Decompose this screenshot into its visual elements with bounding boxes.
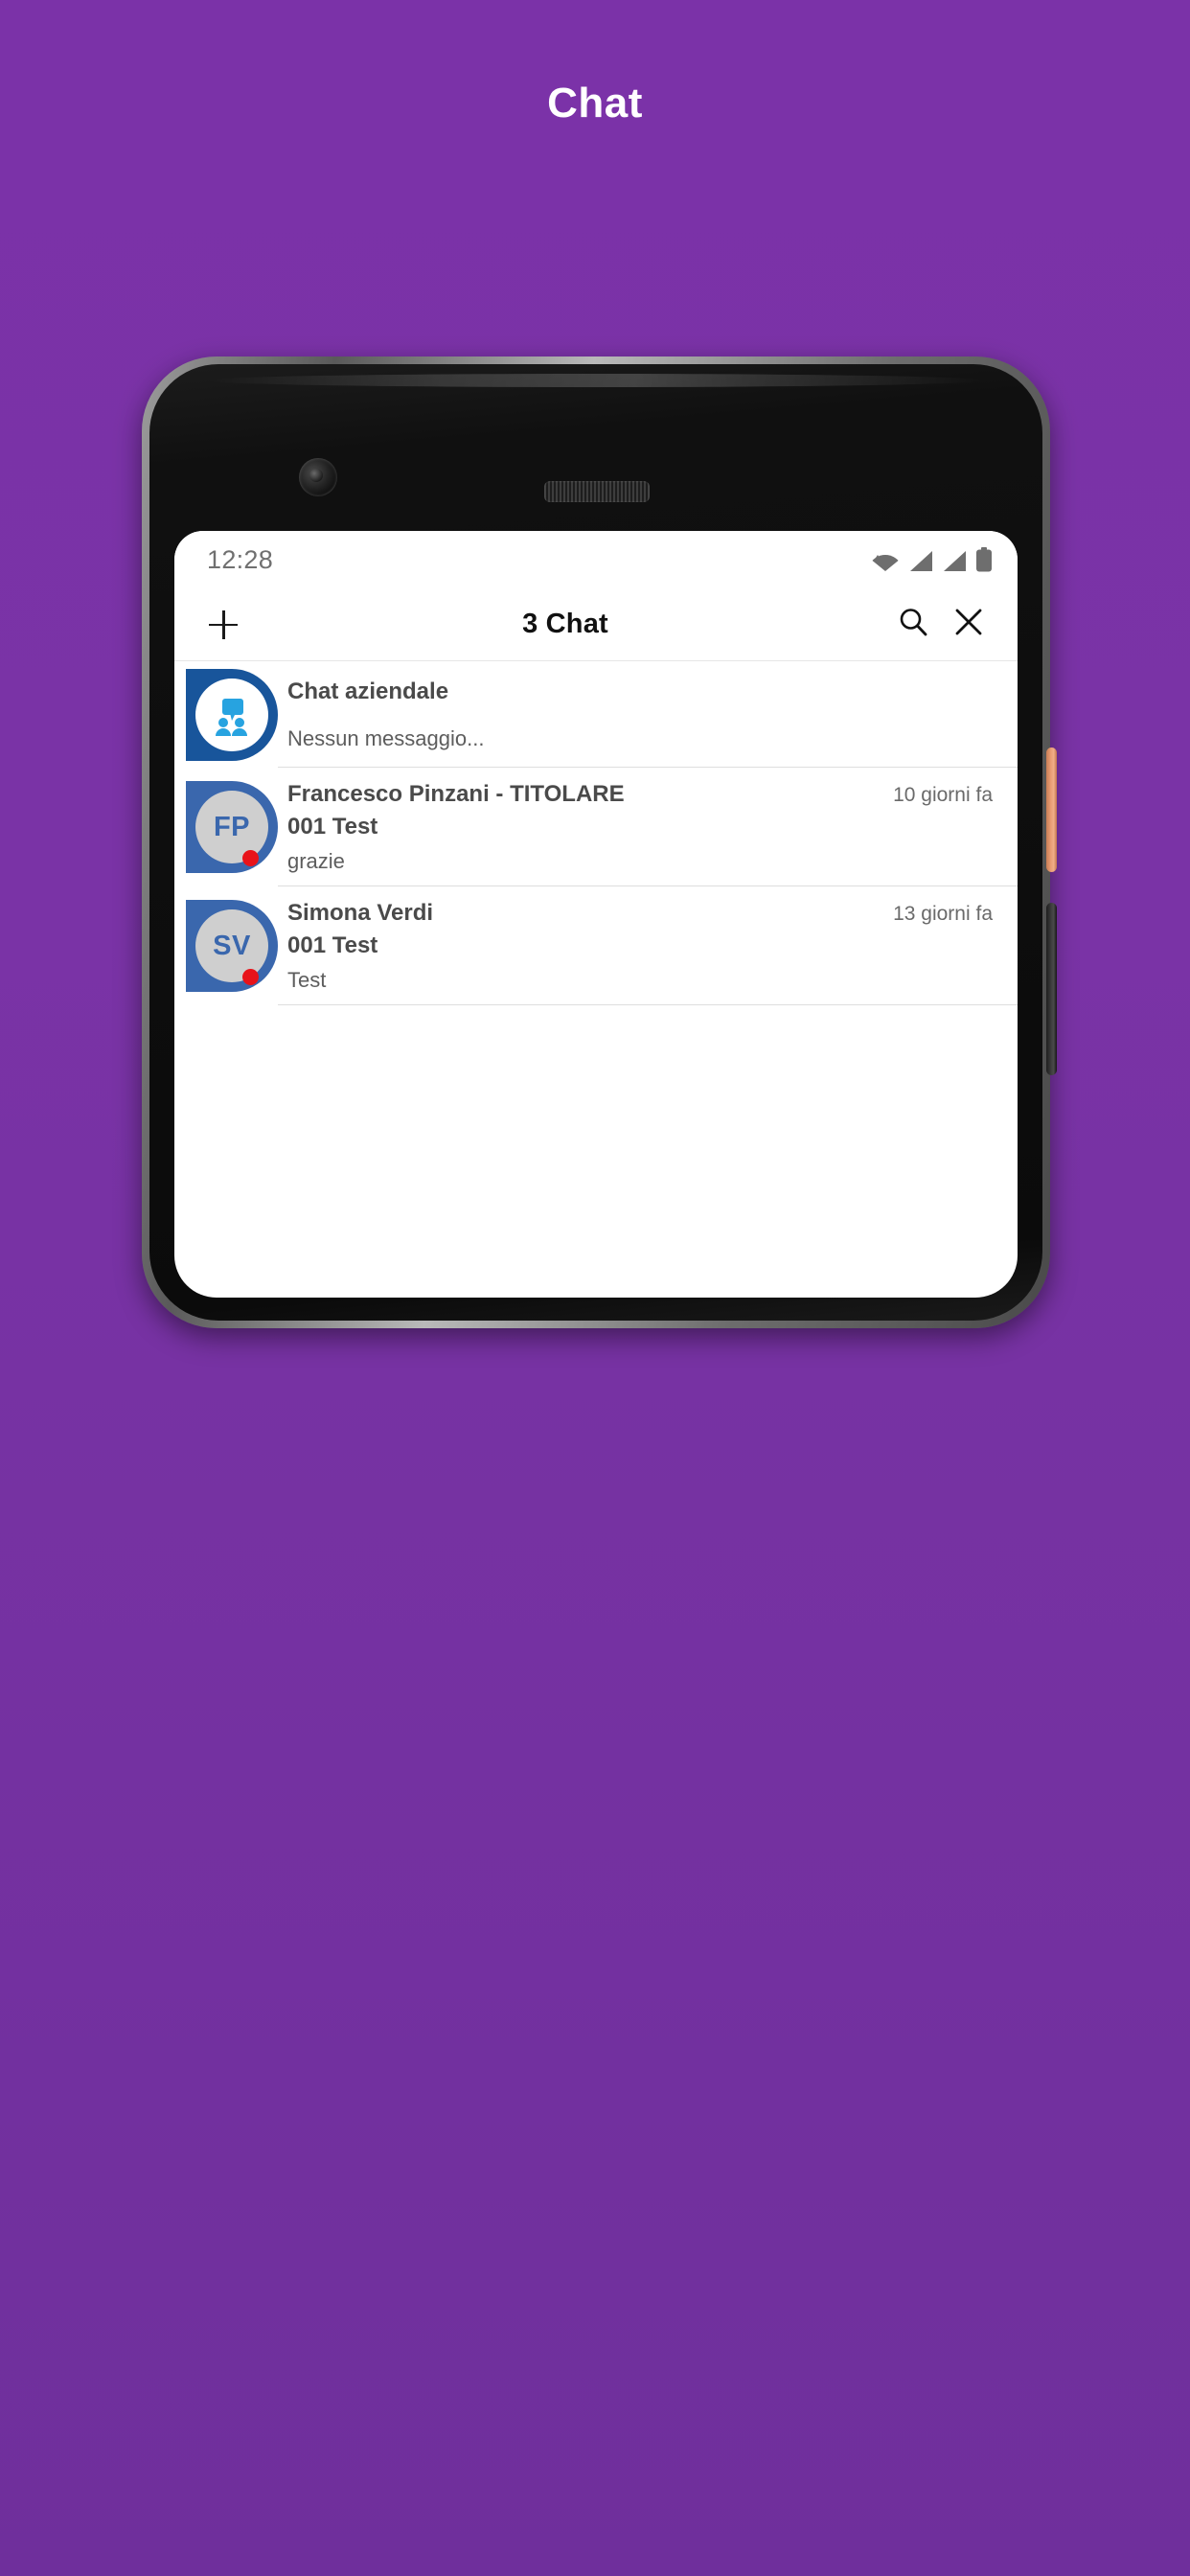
front-camera-icon [299,458,337,496]
chat-subject: 001 Test [287,814,378,840]
chat-timestamp: 13 giorni fa [893,903,993,925]
app-bar: 3 Chat [174,588,1018,661]
group-chat-icon [195,678,268,751]
search-icon [897,606,929,643]
chat-list-item[interactable]: SV Simona Verdi 13 giorni fa 001 Test Te… [174,886,1018,1005]
chat-row-body: Chat aziendale Nessun messaggio... [278,661,1018,768]
bezel-reflection [207,374,985,387]
chat-name: Simona Verdi [287,900,434,926]
power-button[interactable] [1046,748,1057,872]
avatar: FP [186,781,278,873]
add-chat-button[interactable] [195,597,251,653]
chat-name: Chat aziendale [287,678,449,704]
volume-rocker[interactable] [1046,903,1057,1075]
plus-icon [209,610,238,639]
phone-screen: 12:28 3 Chat Chat aziendale Nessun messa… [174,531,1018,1298]
chat-list-item[interactable]: FP Francesco Pinzani - TITOLARE 10 giorn… [174,768,1018,886]
status-badge [242,850,259,866]
chat-row-body: Simona Verdi 13 giorni fa 001 Test Test [278,886,1018,1005]
close-button[interactable] [941,597,996,653]
avatar-initials: FP [195,791,268,863]
page-title-text: Chat [547,79,643,126]
chat-row-header: Simona Verdi 13 giorni fa [287,900,993,927]
avatar [186,668,278,761]
phone-body: 12:28 3 Chat Chat aziendale Nessun messa… [149,364,1042,1321]
avatar-column: SV [174,886,278,1005]
avatar-column [174,661,278,768]
chat-name: Francesco Pinzani - TITOLARE [287,781,625,807]
chat-preview: Test [287,968,327,992]
status-bar: 12:28 [174,531,1018,588]
avatar: SV [186,900,278,992]
chat-row-body: Francesco Pinzani - TITOLARE 10 giorni f… [278,768,1018,886]
avatar-column: FP [174,768,278,886]
signal-icon [908,549,933,572]
status-badge [242,969,259,985]
phone-mockup: 12:28 3 Chat Chat aziendale Nessun messa… [142,356,1057,1334]
phone-outer-shell: 12:28 3 Chat Chat aziendale Nessun messa… [142,356,1057,1328]
chat-list: Chat aziendale Nessun messaggio... FP Fr… [174,661,1018,1005]
wifi-icon [871,549,900,572]
chat-list-item[interactable]: Chat aziendale Nessun messaggio... [174,661,1018,768]
earpiece-speaker-icon [544,481,650,502]
status-bar-clock: 12:28 [207,544,274,574]
avatar-initials: SV [195,909,268,982]
close-icon [953,607,984,642]
status-bar-icons [871,547,993,572]
chat-timestamp: 10 giorni fa [893,784,993,806]
page-title: Chat [0,0,1190,206]
chat-preview: Nessun messaggio... [287,726,485,750]
chat-row-header: Francesco Pinzani - TITOLARE 10 giorni f… [287,781,993,808]
app-bar-title: 3 Chat [522,609,608,639]
signal-icon [942,549,967,572]
chat-subject: 001 Test [287,932,378,958]
chat-preview: grazie [287,849,345,873]
battery-icon [975,547,993,572]
search-button[interactable] [885,597,941,653]
chat-row-header: Chat aziendale [287,678,993,705]
